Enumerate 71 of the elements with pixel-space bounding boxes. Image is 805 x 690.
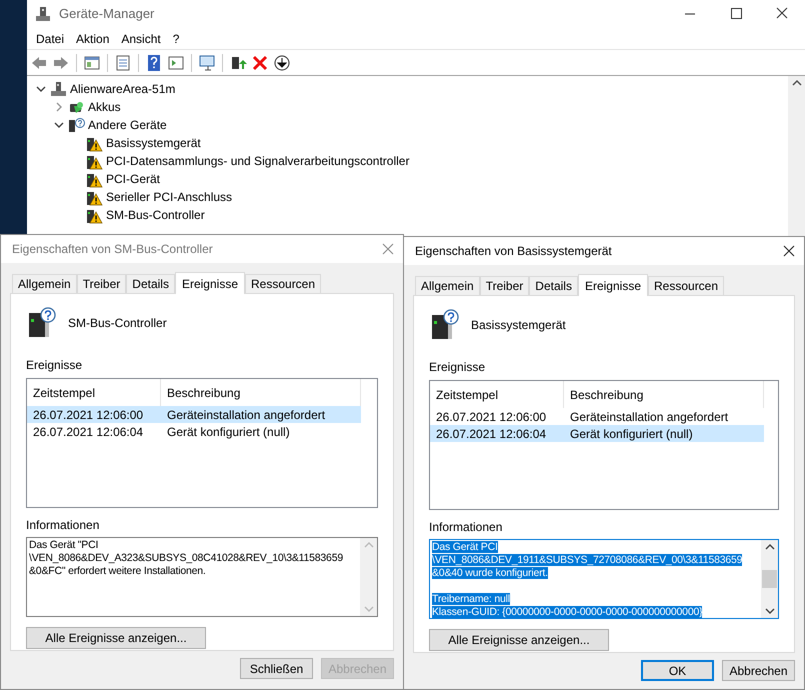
info-text-line: &0&FC" erfordert weitere Installationen.	[29, 565, 206, 577]
properties-icon[interactable]	[114, 54, 132, 72]
device-icon	[429, 309, 459, 341]
table-cell-text: 26.07.2021 12:06:04	[435, 426, 548, 442]
device-icon	[26, 307, 56, 339]
scrollbar[interactable]	[761, 540, 778, 618]
tab[interactable]: Ressourcen	[245, 274, 322, 293]
tab[interactable]: Treiber	[76, 274, 126, 293]
delete-icon[interactable]	[251, 54, 269, 72]
tree-item[interactable]: SM-Bus-Controller	[106, 206, 205, 224]
show-all-events-button[interactable]: Alle Ereignisse anzeigen...	[429, 629, 609, 651]
download-icon[interactable]	[273, 54, 291, 72]
window-title: Geräte-Manager	[59, 5, 154, 24]
section-label: Informationen	[429, 519, 504, 536]
dialog-title: Eigenschaften von Basissystemgerät	[415, 243, 613, 260]
table-row[interactable]: 26.07.2021 12:06:04 Gerät konfiguriert (null)	[430, 425, 764, 442]
tab[interactable]: Details	[529, 276, 578, 295]
tab[interactable]: Details	[126, 274, 175, 293]
panel-icon[interactable]	[83, 54, 101, 72]
table-cell-text: Gerät konfiguriert (null)	[166, 424, 291, 440]
table-cell-text: Geräteinstallation angefordert	[569, 408, 730, 426]
menu-item[interactable]: Aktion	[70, 30, 116, 48]
column-header[interactable]: Beschreibung	[564, 381, 764, 408]
tab[interactable]: Ereignisse	[578, 274, 648, 296]
tab[interactable]: Ressourcen	[648, 276, 724, 295]
show-all-events-button[interactable]: Alle Ereignisse anzeigen...	[26, 627, 206, 649]
tree-item[interactable]: PCI-Datensammlungs- und Signalverarbeitungscontroller	[106, 152, 410, 170]
tree-item[interactable]: Serieller PCI-Anschluss	[106, 188, 232, 206]
dialog-title: Eigenschaften von SM-Bus-Controller	[12, 241, 214, 258]
info-text-line: \VEN_8086&DEV_A323&SUBSYS_08C41028&REV_10\3&11583659	[29, 552, 343, 564]
tab[interactable]: Treiber	[480, 276, 530, 295]
table-row[interactable]: 26.07.2021 12:06:04 Gerät konfiguriert (null)	[27, 423, 361, 440]
table-cell-text: Geräteinstallation angefordert	[166, 406, 326, 424]
menu-item[interactable]: Ansicht	[115, 30, 167, 48]
scroll-thumb[interactable]	[762, 570, 777, 588]
tab[interactable]: Allgemein	[12, 274, 77, 293]
info-text-line: Das Gerät "PCI	[29, 539, 98, 551]
view-icon[interactable]	[167, 54, 185, 72]
app-icon	[35, 6, 51, 22]
dialog-button[interactable]: Schließen	[240, 658, 313, 679]
computer-icon	[50, 80, 67, 98]
tree-item[interactable]: Basissystemgerät	[106, 134, 201, 152]
device-name: Basissystemgerät	[471, 317, 566, 334]
info-text-box[interactable]: Das Gerät "PCI \VEN_8086&DEV_A323&SUBSYS_08C41028&REV_10\3&11583659 &0&FC" erfordert weitere Installationen.	[26, 537, 378, 617]
menu-item[interactable]: ?	[166, 30, 186, 48]
tree-item[interactable]: PCI-Gerät	[106, 170, 160, 188]
section-label: Ereignisse	[429, 359, 486, 376]
scroll-up-icon[interactable]	[764, 542, 774, 552]
dialog-button[interactable]: OK	[641, 660, 714, 681]
device-name: SM-Bus-Controller	[68, 315, 167, 332]
dialog-button[interactable]: Abbrechen	[722, 660, 795, 681]
section-label: Informationen	[26, 517, 100, 534]
table-row[interactable]: 26.07.2021 12:06:00 Geräteinstallation angefordert	[430, 408, 764, 425]
table-cell-text: Gerät konfiguriert (null)	[569, 426, 694, 442]
monitor-icon[interactable]	[198, 54, 216, 72]
tab[interactable]: Ereignisse	[174, 272, 245, 294]
table-row[interactable]: 26.07.2021 12:06:00 Geräteinstallation angefordert	[27, 406, 361, 423]
table-cell-text: 26.07.2021 12:06:00	[32, 406, 144, 424]
tab[interactable]: Allgemein	[415, 276, 480, 295]
column-header[interactable]: Zeitstempel	[430, 381, 564, 408]
info-text-box[interactable]: Das Gerät PCI \VEN_8086&DEV_1911&SUBSYS_72708086&REV_00\3&11583659 &0&40 wurde konfiguriert. Treibername: null Klassen-GUID: {00000000-0000-0000-0000-000000000000}	[429, 539, 779, 619]
help-icon[interactable]	[145, 54, 163, 72]
tree-item[interactable]: AlienwareArea-51m	[70, 80, 176, 98]
menu-item[interactable]: Datei	[30, 30, 70, 48]
table-cell-text: 26.07.2021 12:06:04	[32, 424, 144, 440]
scroll-down-icon[interactable]	[764, 606, 774, 616]
table-cell-text: 26.07.2021 12:06:00	[435, 408, 548, 426]
tree-item[interactable]: Akkus	[88, 98, 121, 116]
section-label: Ereignisse	[26, 357, 84, 374]
tree-item[interactable]: Andere Geräte	[88, 116, 167, 134]
unknown-device-icon	[68, 116, 85, 134]
